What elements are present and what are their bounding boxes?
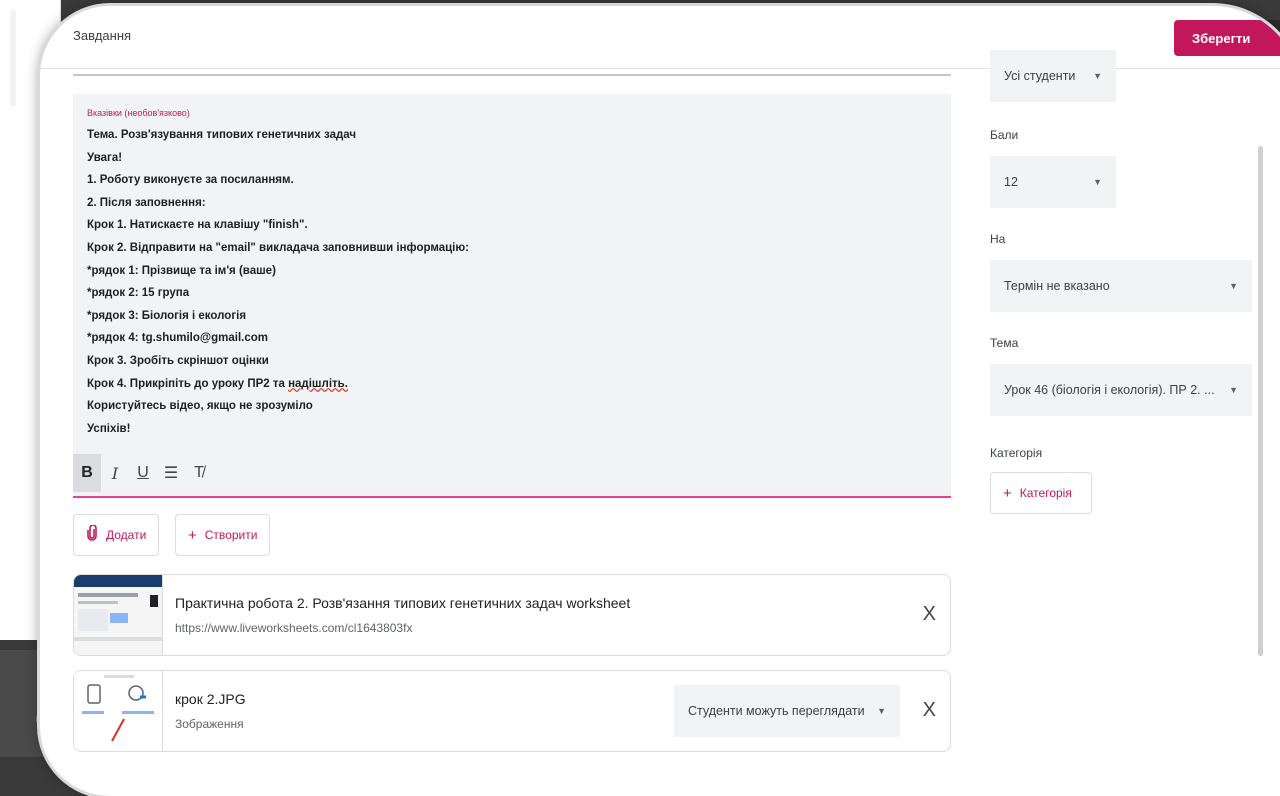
permission-value: Студенти можуть переглядати <box>688 704 865 718</box>
create-label: Створити <box>204 528 258 542</box>
bulleted-list-button[interactable]: ☰ <box>157 454 185 492</box>
chevron-down-icon: ▼ <box>1093 177 1102 187</box>
plus-icon: + <box>188 526 197 544</box>
category-label: Категорія <box>990 446 1043 460</box>
points-value: 12 <box>1004 175 1018 189</box>
attachment-thumbnail <box>74 671 163 751</box>
description-line: Успіхів! <box>87 422 131 435</box>
underline-button[interactable]: U <box>129 454 157 492</box>
chevron-down-icon: ▼ <box>877 706 886 716</box>
permission-dropdown[interactable]: Студенти можуть переглядати ▼ <box>674 685 900 737</box>
save-button[interactable]: Зберегти <box>1174 20 1280 56</box>
close-icon[interactable]: X <box>923 699 936 722</box>
description-line: Крок 4. Прикріпіть до уроку ПР2 та надіш… <box>87 373 469 396</box>
topic-dropdown[interactable]: Урок 46 (біологія і екологія). ПР 2. ...… <box>990 364 1252 416</box>
description-line: Користуйтесь відео, якщо не зрозуміло <box>87 400 313 413</box>
scrollbar[interactable] <box>1258 146 1263 656</box>
add-attachment-label: Додати <box>106 528 147 542</box>
topic-value: Урок 46 (біологія і екологія). ПР 2. ... <box>1004 383 1215 397</box>
description-line: *рядок 3: Біологія і екологія <box>87 309 247 322</box>
assignment-editor: Завдання Зберегти Вказівки (необов'язков… <box>40 6 1280 796</box>
format-toolbar: B I U ☰ T̸ <box>73 454 213 492</box>
students-dropdown[interactable]: Усі студенти ▼ <box>990 50 1116 102</box>
create-button[interactable]: + Створити <box>175 514 271 556</box>
attachment-card[interactable]: Практична робота 2. Розв'язання типових … <box>73 574 951 656</box>
description-line: Увага! <box>87 151 123 164</box>
plus-icon: + <box>1003 484 1012 502</box>
description-text[interactable]: Тема. Розв'язування типових генетичних з… <box>87 124 469 440</box>
chevron-down-icon: ▼ <box>1229 281 1238 291</box>
points-dropdown[interactable]: 12 ▼ <box>990 156 1116 208</box>
description-line: 1. Роботу виконуєте за посиланням. <box>87 174 294 187</box>
bold-button[interactable]: B <box>73 454 101 492</box>
due-label: На <box>990 232 1006 246</box>
add-category-button[interactable]: + Категорія <box>990 472 1092 514</box>
background-strip <box>10 10 16 106</box>
description-line: *рядок 2: 15 група <box>87 287 190 300</box>
points-label: Бали <box>990 128 1019 142</box>
due-dropdown[interactable]: Термін не вказано ▼ <box>990 260 1252 312</box>
description-line-text: Крок 4. Прикріпіть до уроку ПР2 та <box>87 377 289 390</box>
description-line: Крок 2. Відправити на "email" викладача … <box>87 241 470 254</box>
attachment-type: Зображення <box>175 717 244 731</box>
chevron-down-icon: ▼ <box>1093 71 1102 81</box>
description-field[interactable]: Вказівки (необов'язково) Тема. Розв'язув… <box>73 94 951 498</box>
chevron-down-icon: ▼ <box>1229 385 1238 395</box>
students-value: Усі студенти <box>1004 69 1076 83</box>
attachment-title[interactable]: Практична робота 2. Розв'язання типових … <box>175 595 630 611</box>
description-line: *рядок 1: Прізвище та ім'я (ваше) <box>87 264 276 277</box>
title-field-underline <box>73 74 951 76</box>
category-button-label: Категорія <box>1019 486 1072 500</box>
spellcheck-word: надішліть. <box>288 377 348 390</box>
close-icon[interactable]: X <box>923 603 936 626</box>
paperclip-icon <box>86 524 98 545</box>
attachment-url: https://www.liveworksheets.com/cl1643803… <box>175 621 413 635</box>
description-line: Крок 3. Зробіть скріншот оцінки <box>87 354 269 367</box>
description-line: 2. Після заповнення: <box>87 196 206 209</box>
description-line: *рядок 4: tg.shumilo@gmail.com <box>87 332 268 345</box>
clear-formatting-button[interactable]: T̸ <box>185 454 213 492</box>
description-line: Крок 1. Натискаєте на клавішу "finish". <box>87 219 308 232</box>
attachment-thumbnail <box>74 575 163 655</box>
add-attachment-button[interactable]: Додати <box>73 514 160 556</box>
attachment-card[interactable]: крок 2.JPG Зображення Студенти можуть пе… <box>73 670 951 752</box>
topic-label: Тема <box>990 336 1019 350</box>
page-title: Завдання <box>73 28 132 43</box>
italic-button[interactable]: I <box>101 454 129 492</box>
due-value: Термін не вказано <box>1004 279 1110 293</box>
description-line: Тема. Розв'язування типових генетичних з… <box>87 129 357 141</box>
attachment-title[interactable]: крок 2.JPG <box>175 691 246 707</box>
description-label: Вказівки (необов'язково) <box>87 108 190 118</box>
